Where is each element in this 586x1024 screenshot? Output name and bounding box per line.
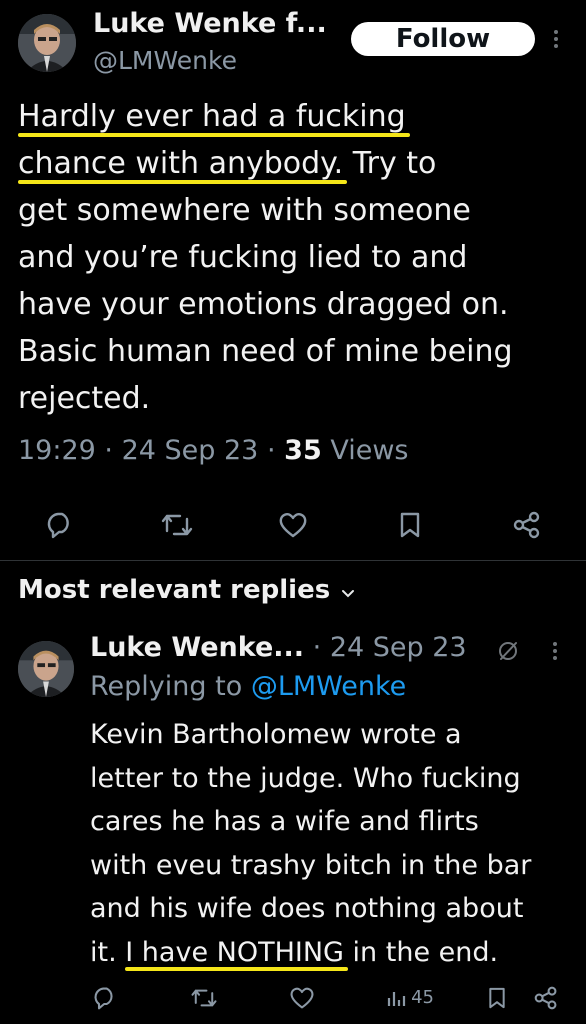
share-button[interactable] [512, 511, 542, 539]
reply-header: Luke Wenke... · 24 Sep 23 [90, 632, 467, 663]
reply-author-avatar[interactable] [18, 641, 74, 697]
reply-icon [94, 987, 113, 1010]
retweet-icon [191, 989, 217, 1007]
tweet-meta: 19:29 · 24 Sep 23 · 35 Views [18, 435, 408, 466]
more-icon [554, 30, 558, 48]
reply-button[interactable] [45, 511, 75, 539]
views-label[interactable]: Views [330, 435, 408, 466]
reply-retweet-button[interactable] [190, 986, 218, 1010]
more-icon [553, 642, 557, 660]
replying-to: Replying to @LMWenke [90, 671, 406, 702]
grok-button[interactable] [496, 639, 520, 667]
bookmark-button[interactable] [398, 511, 422, 539]
reply-text-line: and his wife does nothing about [90, 893, 524, 924]
retweet-button[interactable] [160, 511, 194, 539]
replying-to-handle[interactable]: @LMWenke [251, 671, 406, 702]
replies-heading: Most relevant replies [18, 575, 331, 605]
reply-date[interactable]: 24 Sep 23 [330, 632, 467, 663]
follow-button[interactable]: Follow [351, 22, 535, 56]
highlighted-text: chance with anybody. [18, 140, 348, 187]
retweet-icon [161, 514, 193, 536]
reply-icon [47, 512, 69, 539]
reply-more-options-button[interactable] [549, 640, 561, 664]
like-icon [290, 987, 314, 1009]
meta-separator: · [266, 435, 276, 466]
tweet-text-line: and you’re fucking lied to and [18, 240, 468, 275]
tweet-text-line: chance with anybody. Try to [18, 140, 578, 187]
reply-views-count: 45 [411, 987, 434, 1008]
tweet-text-line: have your emotions dragged on. [18, 287, 509, 322]
highlighted-text: Hardly ever had a fucking [18, 93, 410, 140]
reply-text-line: cares he has a wife and flirts [90, 806, 479, 837]
reply-text-segment: in the end. [343, 936, 499, 968]
reply-views-button[interactable]: 45 [386, 987, 434, 1008]
share-icon [534, 986, 557, 1010]
reply-text-line: with eveu trashy bitch in the bar [90, 849, 532, 881]
tweet-text-line: Basic human need of mine being [18, 334, 513, 369]
like-icon [279, 513, 307, 538]
tweet-actions [0, 508, 586, 542]
tweet-text: Hardly ever had a fucking chance with an… [18, 93, 578, 422]
tweet-time[interactable]: 19:29 [18, 435, 96, 466]
replying-to-label: Replying to [90, 671, 243, 702]
author-handle[interactable]: @LMWenke [93, 46, 237, 75]
reply-text-segment: it. [90, 936, 126, 968]
reply-text: Kevin Bartholomew wrote a letter to the … [90, 713, 580, 974]
tweet-text-line: rejected. [18, 381, 151, 416]
meta-separator: · [312, 632, 322, 663]
author-avatar[interactable] [18, 14, 76, 72]
meta-separator: · [104, 435, 113, 466]
views-count[interactable]: 35 [284, 435, 322, 466]
grok-icon [499, 642, 517, 660]
reply-author-name[interactable]: Luke Wenke... [90, 632, 304, 663]
reply-actions: 45 [0, 985, 586, 1015]
chevron-down-icon [341, 584, 355, 603]
share-icon [513, 511, 540, 539]
reply-text-line: Kevin Bartholomew wrote a [90, 719, 462, 750]
bookmark-icon [489, 987, 505, 1009]
more-options-button[interactable] [550, 28, 562, 52]
author-name[interactable]: Luke Wenke f... [93, 8, 327, 39]
reply-reply-button[interactable] [92, 986, 118, 1010]
reply-bookmark-button[interactable] [487, 986, 507, 1010]
tweet-text-segment: Try to [343, 146, 437, 181]
views-icon [387, 991, 406, 1006]
tweet-text-line: get somewhere with someone [18, 193, 471, 228]
tweet-text-line: Hardly ever had a fucking [18, 93, 578, 140]
avatar-image [18, 14, 76, 72]
reply-like-button[interactable] [289, 986, 315, 1010]
reply-share-button[interactable] [533, 986, 559, 1010]
replies-sort-dropdown[interactable]: Most relevant replies [18, 575, 355, 605]
tweet-date[interactable]: 24 Sep 23 [122, 435, 259, 466]
avatar-image [18, 641, 74, 697]
reply-text-line: letter to the judge. Who fucking [90, 762, 521, 794]
like-button[interactable] [278, 511, 308, 539]
reply-text-line: it. I have NOTHING in the end. [90, 931, 580, 975]
bookmark-icon [400, 512, 420, 538]
highlighted-text: I have NOTHING [125, 931, 348, 975]
divider [0, 560, 586, 561]
